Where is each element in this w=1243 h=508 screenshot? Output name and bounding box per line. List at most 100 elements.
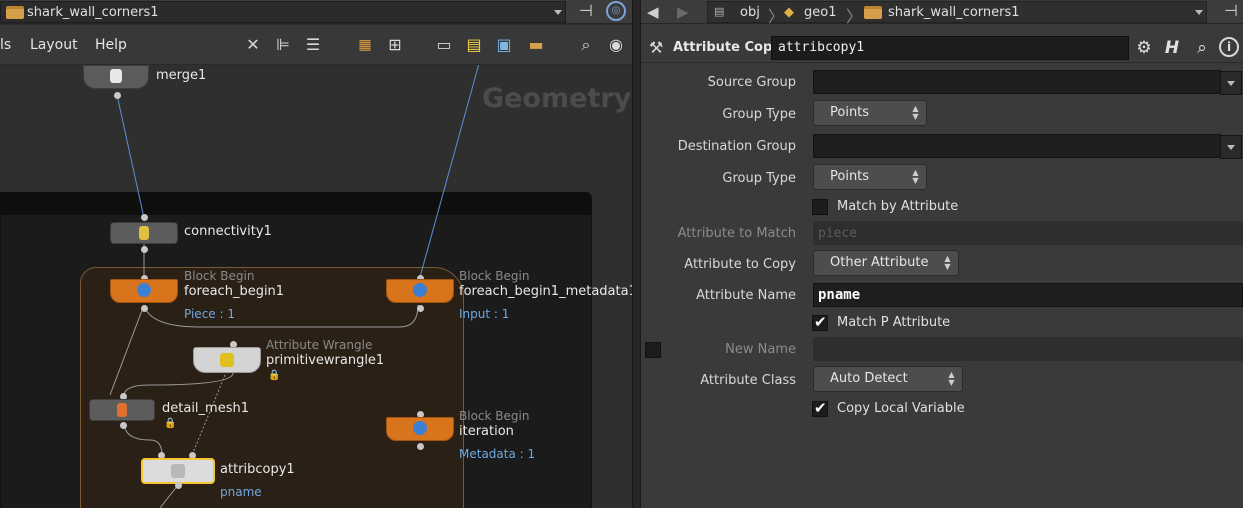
node-name-text: attribcopy1	[778, 40, 865, 55]
node-type-iteration: Block Begin	[459, 409, 530, 423]
breadcrumb-geo[interactable]: geo1	[804, 5, 836, 20]
node-iteration[interactable]	[386, 417, 454, 441]
source-group-field[interactable]	[813, 70, 1242, 95]
network-menubar: ls Layout Help ✕ ⊫ ☰ ▦ ⊞ ▭ ▤ ▣ ▬ ⌕ ◉	[0, 25, 632, 65]
node-primitivewrangle[interactable]	[193, 347, 261, 373]
wire-attribcopy-out	[159, 484, 179, 508]
chevron-down-icon[interactable]	[554, 10, 562, 15]
new-name-toggle-checkbox[interactable]	[645, 342, 661, 358]
node-label-iteration: iteration	[459, 424, 514, 439]
attribute-to-match-label: Attribute to Match	[677, 226, 796, 241]
output-port[interactable]	[120, 422, 127, 429]
updown-arrows-icon: ▲ ▼	[948, 370, 955, 387]
attribute-class-menu[interactable]: Auto Detect ▲ ▼	[813, 366, 963, 392]
output-port[interactable]	[114, 92, 121, 99]
match-by-attribute-checkbox[interactable]	[812, 199, 828, 215]
forward-arrow-icon[interactable]: ▶	[677, 3, 689, 21]
node-connectivity[interactable]	[110, 222, 178, 244]
node-foreach-metadata[interactable]	[386, 279, 454, 303]
chevron-down-icon[interactable]	[1195, 10, 1203, 15]
input-port[interactable]	[141, 214, 148, 221]
obj-network-icon: ▤	[714, 5, 725, 18]
color-palette-icon[interactable]: ▦	[355, 35, 375, 55]
help-h-icon[interactable]: H	[1161, 37, 1183, 59]
group-type-label: Group Type	[722, 171, 796, 186]
updown-arrows-icon: ▲ ▼	[912, 104, 919, 121]
search-icon[interactable]: ⌕	[1191, 37, 1213, 59]
output-port[interactable]	[141, 305, 148, 312]
destination-group-field[interactable]	[813, 134, 1242, 159]
chevron-down-icon	[1227, 145, 1235, 150]
node-foreach-begin[interactable]	[110, 279, 178, 303]
network-path-field[interactable]: shark_wall_corners1	[0, 1, 566, 23]
node-type-foreach-begin: Block Begin	[184, 269, 255, 283]
connectivity-icon	[139, 226, 149, 240]
menu-tools[interactable]: ls	[0, 37, 11, 53]
lock-icon: 🔒	[164, 418, 177, 429]
eye-icon[interactable]: ◉	[606, 35, 626, 55]
network-editor-pane: shark_wall_corners1 ⊣ ◎ ls Layout Help ✕…	[0, 0, 632, 508]
breadcrumb: ▤ obj 〉 ◆ geo1 〉 shark_wall_corners1	[707, 1, 1207, 26]
folder-icon	[6, 6, 24, 19]
node-label-foreach-begin: foreach_begin1	[184, 284, 285, 299]
node-merge[interactable]	[83, 65, 149, 89]
gear-icon[interactable]: ⚙	[1133, 37, 1155, 59]
node-detail-mesh[interactable]	[89, 399, 155, 421]
menu-help[interactable]: Help	[95, 37, 127, 53]
copy-local-variable-checkbox[interactable]: ✔	[812, 399, 828, 417]
list-view-icon[interactable]: ☰	[303, 35, 323, 55]
new-name-field[interactable]	[813, 337, 1243, 361]
tools-icon[interactable]: ✕	[243, 35, 263, 55]
output-port[interactable]	[175, 482, 182, 489]
network-box-icon[interactable]: ▭	[434, 35, 454, 55]
link-icon[interactable]: ◎	[606, 1, 626, 21]
tree-view-icon[interactable]: ⊫	[273, 35, 293, 55]
network-path-bar: shark_wall_corners1 ⊣ ◎	[0, 0, 632, 24]
output-port[interactable]	[417, 305, 424, 312]
node-sub-iteration: Metadata : 1	[459, 447, 536, 461]
updown-arrows-icon: ▲ ▼	[944, 254, 951, 271]
sticky-note-icon[interactable]: ▤	[464, 35, 484, 55]
pin-icon[interactable]: ⊣	[576, 1, 596, 21]
group-type-value: Points	[830, 105, 870, 120]
pane-splitter[interactable]	[632, 0, 641, 508]
group-type-menu[interactable]: Points ▲ ▼	[813, 100, 927, 126]
background-image-icon[interactable]: ▣	[494, 35, 514, 55]
node-attribcopy[interactable]	[141, 458, 215, 484]
group-type-label: Group Type	[722, 107, 796, 122]
node-sub-attribcopy: pname	[220, 485, 262, 499]
match-p-attribute-checkbox[interactable]: ✔	[812, 313, 828, 331]
network-canvas[interactable]: Geometry merge1 connectivity1 Block Begi…	[0, 65, 632, 508]
node-label-attribcopy: attribcopy1	[220, 462, 295, 477]
output-port[interactable]	[141, 246, 148, 253]
node-type-foreach-metadata: Block Begin	[459, 269, 530, 283]
shape-palette-icon[interactable]: ⊞	[385, 35, 405, 55]
attribute-to-copy-menu[interactable]: Other Attribute ▲ ▼	[813, 250, 959, 276]
attribute-name-label: Attribute Name	[696, 288, 796, 303]
search-icon[interactable]: ⌕	[576, 35, 596, 55]
back-arrow-icon[interactable]: ◀	[647, 3, 659, 21]
node-label-detail-mesh: detail_mesh1	[162, 401, 249, 416]
output-port[interactable]	[417, 443, 424, 450]
attribute-name-value: pname	[818, 287, 861, 303]
group-type-value: Points	[830, 169, 870, 184]
attribute-to-copy-value: Other Attribute	[830, 255, 929, 270]
attribute-name-field[interactable]: pname	[813, 283, 1243, 307]
menu-layout[interactable]: Layout	[30, 37, 78, 53]
attribute-to-match-field[interactable]: piece	[813, 221, 1243, 245]
new-name-label: New Name	[725, 342, 796, 357]
pin-icon[interactable]: ⊣	[1221, 1, 1241, 21]
destination-group-dropdown[interactable]	[1220, 135, 1242, 159]
match-p-attribute-label: Match P Attribute	[837, 315, 951, 330]
info-icon[interactable]: i	[1219, 37, 1239, 57]
block-begin-icon	[137, 283, 151, 297]
attribute-to-match-placeholder: piece	[818, 226, 858, 241]
breadcrumb-obj[interactable]: obj	[740, 5, 760, 20]
attribute-copy-node-icon: ⚒	[649, 38, 664, 57]
node-name-field[interactable]: attribcopy1	[771, 36, 1129, 60]
subnet-box-icon[interactable]: ▬	[526, 35, 546, 55]
group-type-menu[interactable]: Points ▲ ▼	[813, 164, 927, 190]
breadcrumb-network[interactable]: shark_wall_corners1	[888, 5, 1020, 20]
node-sub-foreach-begin: Piece : 1	[184, 307, 235, 321]
source-group-dropdown[interactable]	[1220, 71, 1242, 95]
